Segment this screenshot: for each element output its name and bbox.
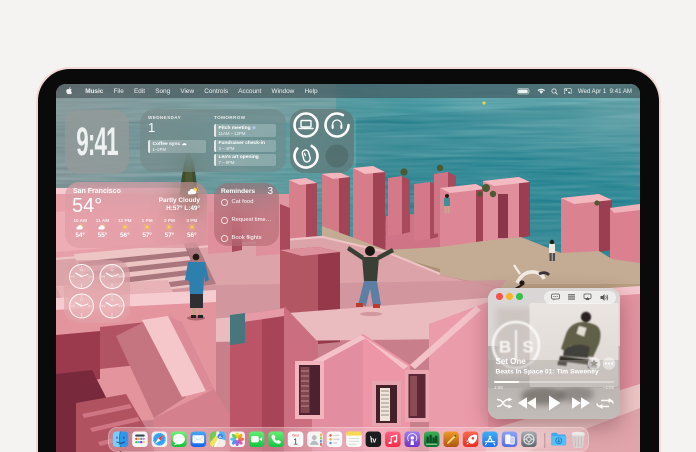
svg-text:1:08: 1:08: [494, 385, 503, 390]
svg-text:tv: tv: [370, 437, 376, 444]
svg-text:S: S: [522, 338, 533, 357]
svg-text:1: 1: [293, 437, 298, 447]
svg-text:12: 12: [80, 268, 84, 272]
svg-text:A: A: [219, 435, 222, 439]
svg-text:Beats In Space 01: Tim Sweeney: Beats In Space 01: Tim Sweeney: [496, 369, 599, 376]
svg-text:Set One: Set One: [496, 357, 527, 366]
svg-text:B: B: [499, 338, 511, 357]
svg-text:−4:02: −4:02: [603, 385, 615, 390]
